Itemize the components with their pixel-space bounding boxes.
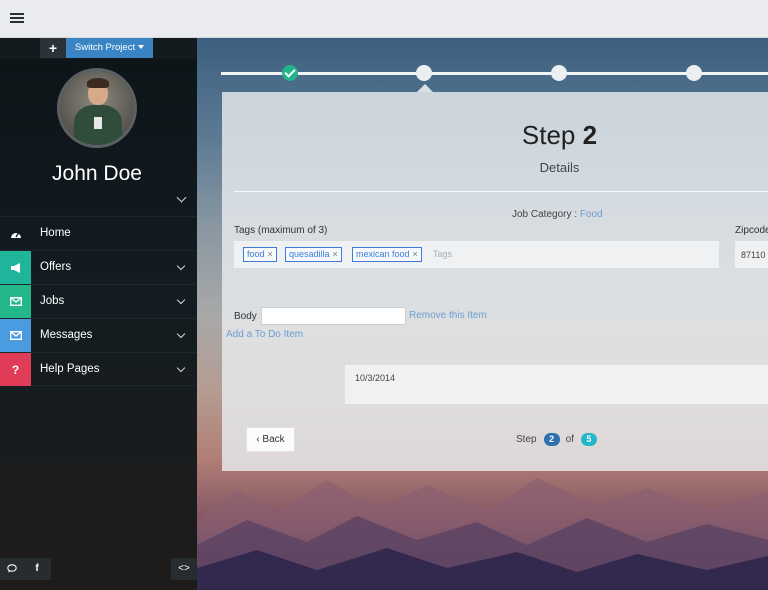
current-step-badge: 2 <box>543 433 560 446</box>
wizard-card: Step 2 Details Job Category : Food Tags … <box>222 92 768 471</box>
sidebar-item-messages[interactable]: Messages <box>0 318 197 352</box>
sidebar-item-help-pages[interactable]: ? Help Pages <box>0 352 197 386</box>
add-project-button[interactable]: + <box>40 38 66 58</box>
dashboard-icon <box>0 217 31 250</box>
remove-item-link[interactable]: Remove this Item <box>409 310 487 321</box>
job-category-label: Job Category : <box>512 209 578 220</box>
envelope-icon <box>0 319 31 352</box>
wizard-step-1[interactable] <box>282 65 298 81</box>
zipcode-field[interactable]: 87110 <box>735 241 768 268</box>
sidebar-item-label: Jobs <box>40 295 65 307</box>
tag-chip: mexican food × <box>352 247 422 262</box>
facebook-button[interactable]: f <box>25 558 49 580</box>
wizard-step-2[interactable] <box>416 65 432 81</box>
remove-tag-icon[interactable]: × <box>413 249 418 259</box>
project-bar: + Switch Project <box>0 38 197 59</box>
megaphone-icon <box>0 251 31 284</box>
wizard-step-4[interactable] <box>686 65 702 81</box>
current-step-pointer <box>417 84 433 92</box>
switch-project-button[interactable]: Switch Project <box>66 38 153 58</box>
top-bar <box>0 0 768 38</box>
step-title-number: 2 <box>582 120 598 150</box>
date-field[interactable]: 10/3/2014 <box>345 365 768 404</box>
chevron-down-icon <box>176 295 186 305</box>
sidebar-item-label: Messages <box>40 329 93 341</box>
step-subtitle: Details <box>539 160 580 175</box>
avatar <box>57 68 137 148</box>
wizard-step-3[interactable] <box>551 65 567 81</box>
envelope-icon <box>0 285 31 318</box>
step-title-word: Step <box>521 120 576 150</box>
back-button[interactable]: ‹ Back <box>246 427 295 452</box>
sidebar-item-offers[interactable]: Offers <box>0 250 197 284</box>
sidebar-item-label: Home <box>40 227 71 239</box>
zipcode-label: Zipcode <box>735 225 768 236</box>
sidebar-item-label: Offers <box>40 261 72 273</box>
job-category: Job Category : Food <box>512 209 603 220</box>
tag-label: food <box>247 249 265 259</box>
date-value: 10/3/2014 <box>355 373 396 383</box>
chevron-down-icon <box>176 261 186 271</box>
page-title: Step 2 <box>222 120 768 151</box>
remove-tag-icon[interactable]: × <box>333 249 338 259</box>
tags-input[interactable]: food × quesadilla × mexican food × Tags <box>234 241 719 268</box>
tag-label: quesadilla <box>289 249 330 259</box>
sidebar-footer: f <box>0 558 51 580</box>
divider <box>234 191 768 192</box>
switch-project-label: Switch Project <box>74 42 136 53</box>
sidebar-nav: Home Offers Jobs Messages ? Help Pages <box>0 216 197 386</box>
chat-icon[interactable] <box>0 558 24 580</box>
step-counter-label: Step <box>516 434 537 446</box>
remove-tag-icon[interactable]: × <box>268 249 273 259</box>
user-name: John Doe <box>52 162 142 185</box>
sidebar: + Switch Project John Doe Home Offers Jo… <box>0 38 197 590</box>
add-todo-link[interactable]: Add a To Do Item <box>226 329 303 340</box>
chevron-down-icon <box>176 363 186 373</box>
sidebar-item-jobs[interactable]: Jobs <box>0 284 197 318</box>
of-label: of <box>565 434 574 446</box>
step-counter: Step 2 of 5 <box>516 433 597 446</box>
total-steps-badge: 5 <box>580 433 597 446</box>
chevron-down-icon[interactable] <box>176 192 187 203</box>
sidebar-item-home[interactable]: Home <box>0 216 197 250</box>
tags-label: Tags (maximum of 3) <box>234 225 328 236</box>
tag-chip: quesadilla × <box>285 247 342 262</box>
list-icon[interactable] <box>10 12 24 24</box>
sidebar-item-label: Help Pages <box>40 363 100 375</box>
body-label: Body <box>234 311 257 322</box>
chevron-down-icon <box>176 329 186 339</box>
tag-chip: food × <box>243 247 277 262</box>
job-category-link[interactable]: Food <box>580 209 603 220</box>
body-input[interactable] <box>261 307 406 325</box>
caret-down-icon <box>138 45 145 50</box>
code-toggle-button[interactable]: <> <box>171 558 197 580</box>
tag-label: mexican food <box>356 249 410 259</box>
question-icon: ? <box>0 353 31 386</box>
mountains-image <box>197 478 768 590</box>
tags-placeholder: Tags <box>433 249 453 259</box>
